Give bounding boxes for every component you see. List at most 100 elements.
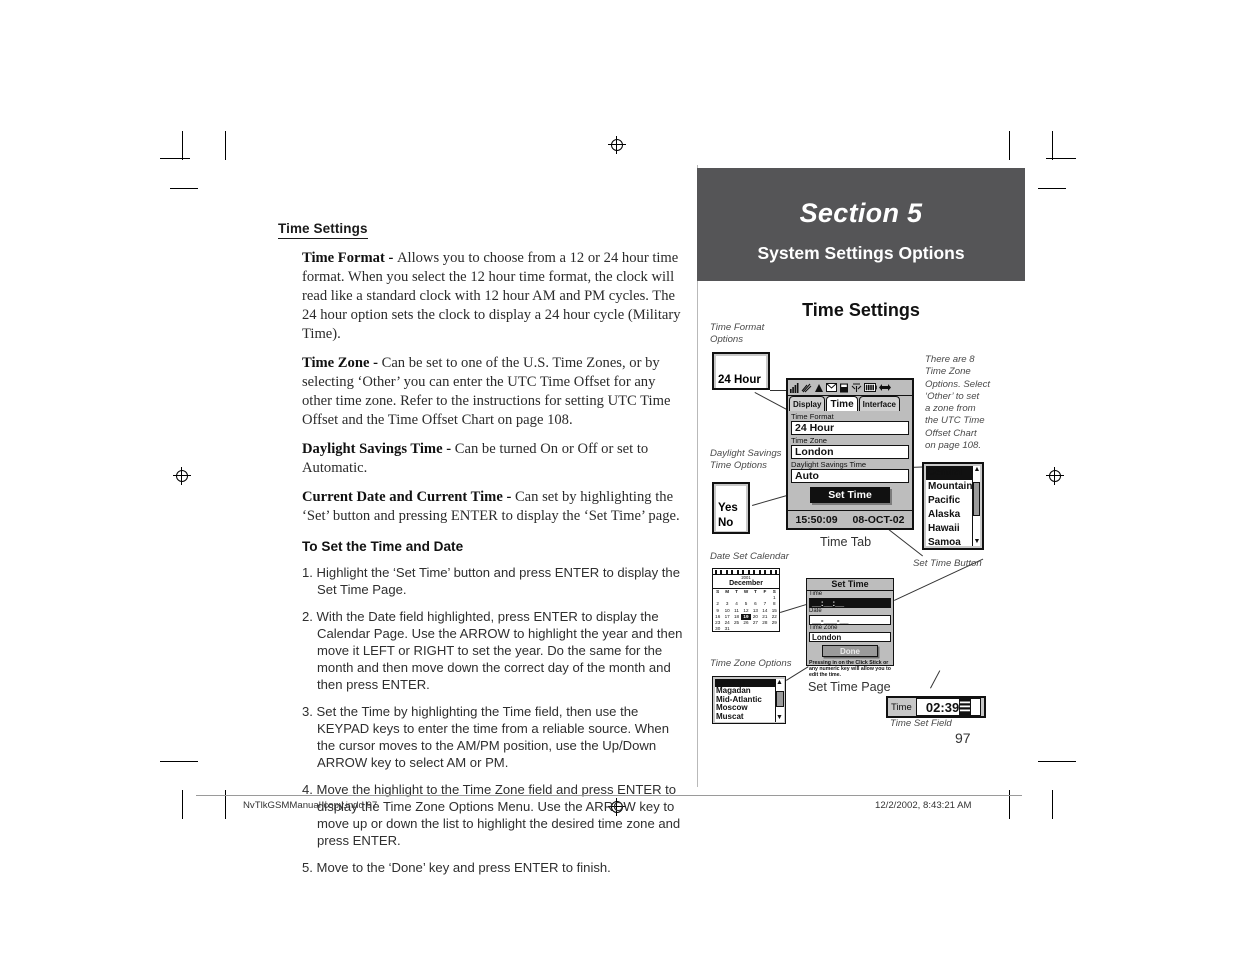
crop-mark — [170, 188, 198, 190]
caption-time-format-options: Time Format Options — [710, 322, 765, 346]
caption-set-time-page: Set Time Page — [808, 680, 891, 694]
tz-item-mountain[interactable]: Mountain — [926, 480, 972, 494]
paragraph-time-zone: Time Zone - Can be set to one of the U.S… — [302, 354, 686, 430]
device-footer-bar: 15:50:09 08-OCT-02 — [788, 510, 912, 528]
caption-time-set-field: Time Set Field — [890, 718, 952, 729]
crop-mark — [1052, 790, 1054, 819]
tz-item-alaska[interactable]: Alaska — [926, 508, 972, 522]
calendar-day[interactable] — [770, 626, 779, 632]
crop-mark — [225, 131, 227, 160]
registration-mark — [1046, 467, 1064, 485]
cursor-block-icon: ☰ — [959, 699, 971, 715]
registration-mark — [608, 136, 626, 154]
caption-time-zone-note: There are 8 Time Zone Options. Select ‘O… — [925, 354, 991, 451]
scroll-down-arrow-icon[interactable]: ▼ — [973, 538, 980, 546]
network-icon — [851, 382, 862, 392]
set-time-time-field[interactable]: __:__:__ — [809, 598, 891, 608]
page-title: Time Settings — [278, 221, 368, 239]
tz-item-pacific[interactable]: Pacific — [926, 494, 972, 508]
value-time-zone[interactable]: London — [791, 445, 909, 459]
done-button[interactable]: Done — [822, 645, 878, 657]
crop-mark — [160, 158, 190, 160]
crop-mark — [170, 761, 198, 763]
tz-item-samoa[interactable]: Samoa — [926, 536, 972, 550]
time-zone-options-items[interactable]: London Magadan Mid-Atlantic Moscow Musca… — [714, 678, 775, 722]
scroll-up-arrow-icon[interactable]: ▲ — [776, 679, 784, 687]
tab-display[interactable]: Display — [789, 396, 826, 411]
set-time-help-text: Pressing in on the Click Stick or any nu… — [809, 660, 891, 678]
device-status-bar — [788, 380, 912, 396]
paragraph-daylight-savings: Daylight Savings Time - Can be turned On… — [302, 440, 686, 478]
caption-date-set-calendar: Date Set Calendar — [710, 551, 789, 562]
right-column-title: Time Settings — [802, 300, 920, 320]
step-3: 3. Set the Time by highlighting the Time… — [302, 703, 669, 770]
scrollbar[interactable]: ▲ ▼ — [774, 678, 784, 722]
tz-item-hawaii[interactable]: Hawaii — [926, 522, 972, 536]
time-set-field[interactable]: Time 02:39 ☰ — [886, 696, 986, 718]
battery-icon — [864, 383, 877, 392]
term-time-zone: Time Zone - — [302, 354, 382, 371]
footer-timestamp: 12/2/2002, 8:43:21 AM — [875, 800, 972, 811]
dpad-icon — [879, 384, 891, 391]
value-time-format[interactable]: 24 Hour — [791, 421, 909, 435]
time-format-options-box[interactable]: 12 Hour 24 Hour — [712, 352, 770, 390]
signal-bars-icon — [790, 382, 799, 393]
set-time-zone-label: Time Zone — [809, 625, 838, 631]
time-set-field-value: 02:39 — [925, 699, 960, 715]
phone-icon — [840, 383, 848, 392]
daylight-savings-options-box[interactable]: Auto Yes No — [712, 482, 750, 534]
calendar-grid[interactable]: S M T W T F S 1 2 3 4 5 6 7 8 9 10 11 12 — [713, 589, 779, 632]
calendar-day[interactable] — [741, 626, 750, 632]
daylight-option-yes[interactable]: Yes — [716, 501, 746, 516]
tz-item-central[interactable]: Central — [926, 466, 973, 480]
daylight-option-auto[interactable]: Auto — [716, 486, 746, 501]
crop-mark — [1038, 761, 1066, 763]
device-footer-time: 15:50:09 — [795, 513, 838, 526]
section-number: Section 5 — [799, 198, 923, 228]
time-format-option-12hour[interactable]: 12 Hour — [716, 356, 766, 372]
registration-mark — [173, 467, 191, 485]
time-set-field-value-box[interactable]: 02:39 ☰ — [915, 698, 981, 716]
value-daylight-savings-time[interactable]: Auto — [791, 469, 909, 483]
set-time-zone-field[interactable]: London — [809, 632, 891, 642]
term-time-format: Time Format - — [302, 250, 397, 266]
crop-mark — [1046, 158, 1076, 160]
leader-line — [780, 603, 808, 613]
device-footer-date: 08-OCT-02 — [852, 513, 905, 526]
calendar-day[interactable] — [751, 626, 760, 632]
procedure-steps: 1. Highlight the ‘Set Time’ button and p… — [278, 564, 686, 876]
scrollbar-thumb[interactable] — [775, 690, 784, 707]
device-tab-row[interactable]: Display Time Interface — [788, 396, 912, 411]
time-zone-options-menu[interactable]: London Magadan Mid-Atlantic Moscow Musca… — [712, 676, 786, 724]
scrollbar-thumb[interactable] — [973, 482, 980, 516]
calendar-day[interactable] — [760, 626, 769, 632]
daylight-option-no[interactable]: No — [716, 516, 746, 531]
set-time-time-label: Time — [809, 591, 823, 597]
procedure-heading: To Set the Time and Date — [302, 538, 464, 554]
set-time-page[interactable]: Set Time Time __:__:__ Date __-___-__ Ti… — [806, 578, 894, 678]
calendar-day[interactable] — [732, 626, 741, 632]
scroll-up-arrow-icon[interactable]: ▲ — [973, 466, 980, 474]
calendar-day[interactable]: 31 — [722, 626, 731, 632]
section-subtitle: System Settings Options — [757, 243, 965, 263]
manual-page: Time Settings Time Format - Allows you t… — [0, 0, 1235, 954]
date-set-calendar[interactable]: 2001 December S M T W T F S 1 2 3 4 5 6 … — [712, 568, 780, 632]
tab-time[interactable]: Time — [826, 396, 858, 411]
calendar-month[interactable]: December — [713, 580, 779, 589]
calendar-day[interactable]: 30 — [713, 626, 722, 632]
crop-mark — [1009, 131, 1011, 160]
scrollbar[interactable]: ▲ ▼ — [972, 466, 980, 546]
tab-interface[interactable]: Interface — [858, 396, 900, 411]
scroll-down-arrow-icon[interactable]: ▼ — [776, 714, 784, 722]
time-format-option-24hour[interactable]: 24 Hour — [716, 372, 766, 388]
step-2: 2. With the Date field highlighted, pres… — [302, 608, 683, 692]
device-screen-time-tab[interactable]: Display Time Interface Time Format 24 Ho… — [786, 378, 914, 530]
time-zone-list-us[interactable]: Central Mountain Pacific Alaska Hawaii S… — [922, 462, 984, 550]
paragraph-time-format: Time Format - Allows you to choose from … — [302, 249, 686, 344]
set-time-date-field[interactable]: __-___-__ — [809, 615, 891, 625]
tz-option-muscat[interactable]: Muscat — [715, 712, 775, 722]
caption-time-zone-options: Time Zone Options — [710, 658, 792, 669]
set-time-button[interactable]: Set Time — [810, 487, 890, 503]
page-number: 97 — [955, 730, 971, 746]
time-zone-list-items[interactable]: Central Mountain Pacific Alaska Hawaii S… — [926, 466, 973, 548]
